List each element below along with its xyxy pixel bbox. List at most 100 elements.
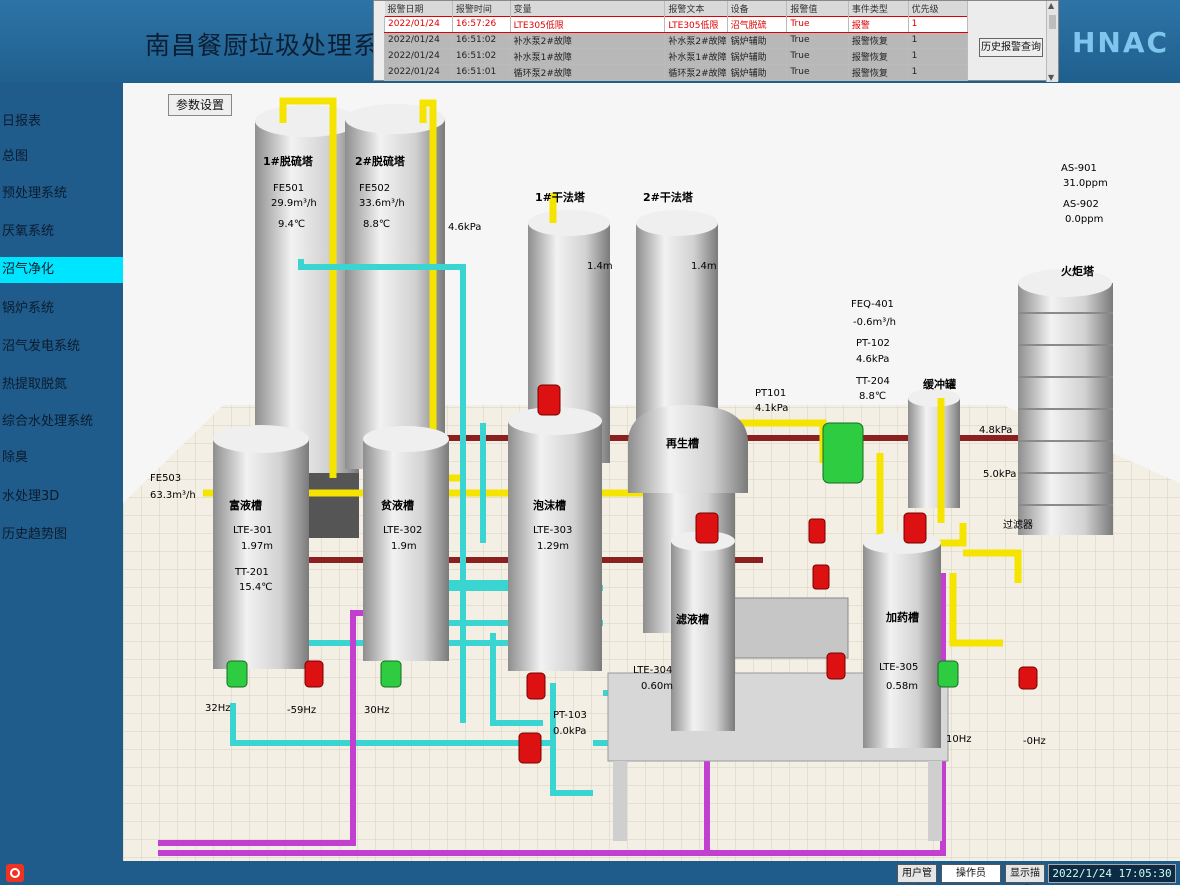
fe503-value: 63.3m³/h [150,490,196,501]
alarm-cell: 1 [907,15,969,33]
as901-tag: AS-901 [1061,163,1097,174]
sidebar-item-history-trend[interactable]: 历史趋势图 [0,522,123,548]
alarm-row[interactable]: 2022/01/24 16:51:02 补水泵2#故障 补水泵2#故障 锅炉辅助… [384,31,969,49]
tt204-tag: TT-204 [856,376,890,387]
feq401-tag: FEQ-401 [851,299,894,310]
sidebar-item-overview[interactable]: 总图 [0,144,123,170]
display-description-button[interactable]: 显示描述 [1005,864,1045,883]
fe503-tag: FE503 [150,473,182,484]
sidebar-item-deodorization[interactable]: 除臭 [0,445,123,471]
col-header[interactable]: 报警时间 [452,1,511,16]
buffer-tank[interactable] [908,389,960,508]
alarm-cell: 补水泵1#故障 [664,47,728,65]
pt102-tag: PT-102 [856,338,890,349]
history-alarm-button[interactable]: 历史报警查询 [979,38,1043,57]
col-header[interactable]: 报警值 [786,1,849,16]
sidebar-item-biogas-purification[interactable]: 沼气净化 [0,257,123,283]
dry-tower1-name: 1#干法塔 [535,191,585,204]
fe502-tag: FE502 [359,183,391,194]
lte302-tag: LTE-302 [383,525,423,536]
tt204-value: 8.8℃ [859,391,887,402]
alarm-cell: 循环泵2#故障 [509,63,666,81]
lte304-tag: LTE-304 [633,665,673,676]
col-header[interactable]: 报警文本 [664,1,728,16]
sidebar-item-water-3d[interactable]: 水处理3D [0,484,123,510]
flare-tower-name: 火炬塔 [1061,265,1094,278]
power-icon[interactable] [6,864,24,882]
alarm-cell: 沼气脱硫 [726,15,788,33]
pump2-freq: -59Hz [287,705,317,716]
lte303-tag: LTE-303 [533,525,573,536]
dosing-tank-name: 加药槽 [886,611,919,624]
flare-tower[interactable] [1018,269,1113,535]
alarm-cell: 2022/01/24 [384,47,453,65]
sidebar-item-pretreatment[interactable]: 预处理系统 [0,181,123,207]
as902-value: 0.0ppm [1065,214,1104,225]
alarm-row[interactable]: 2022/01/24 16:57:26 LTE305低限 LTE305低限 沼气… [384,15,969,33]
lte301-level: 1.97m [241,541,274,552]
alarm-cell: 16:51:02 [451,31,511,49]
param-settings-button[interactable]: 参数设置 [168,94,232,116]
dosing-tank[interactable] [863,532,941,748]
col-header[interactable]: 事件类型 [848,1,909,16]
scroll-thumb[interactable] [1049,15,1056,29]
lte301-tag: LTE-301 [233,525,273,536]
col-header[interactable]: 变量 [510,1,666,16]
lte304-level: 0.60m [641,681,674,692]
dry-tower1-level: 1.4m [587,261,613,272]
pt102-value: 4.6kPa [856,354,890,365]
hnac-logo: HNAC [1072,26,1170,59]
sidebar-item-boiler[interactable]: 锅炉系统 [0,296,123,322]
lte302-level: 1.9m [391,541,417,552]
alarm-cell: 16:51:01 [451,63,511,81]
scroll-up-icon[interactable]: ▲ [1048,1,1054,10]
pt101-value: 4.1kPa [755,403,789,414]
col-header[interactable]: 优先级 [908,1,969,16]
pt103-tag: PT-103 [553,710,587,721]
filtrate-tank[interactable] [671,531,735,731]
col-header[interactable]: 报警日期 [384,1,453,16]
alarm-cell: 1 [907,63,969,81]
status-bar: 用户管理 操作员 显示描述 2022/1/24 17:05:30 [0,861,1180,885]
col-header[interactable]: 设备 [727,1,788,16]
pressure-46: 4.6kPa [448,222,482,233]
alarm-cell: 16:57:26 [451,15,511,33]
alarm-cell: 锅炉辅助 [726,47,788,65]
pressure-48: 4.8kPa [979,425,1013,436]
alarm-cell: True [786,15,849,33]
sidebar-item-anaerobic[interactable]: 厌氧系统 [0,219,123,245]
foam-tank[interactable] [508,407,602,671]
scroll-down-icon[interactable]: ▼ [1048,73,1054,82]
user-management-button[interactable]: 用户管理 [897,864,937,883]
lte305-tag: LTE-305 [879,662,919,673]
operator-field[interactable]: 操作员 [941,864,1001,883]
alarm-header-row: 报警日期 报警时间 变量 报警文本 设备 报警值 事件类型 优先级 [384,1,969,16]
lean-tank-name: 贫液槽 [381,499,414,512]
sidebar-nav: 日报表 总图 预处理系统 厌氧系统 沼气净化 锅炉系统 沼气发电系统 热提取脱氮… [0,83,123,861]
buffer-tank-name: 缓冲罐 [923,378,956,391]
alarm-cell: LTE305低限 [509,15,666,33]
pressure-50: 5.0kPa [983,469,1017,480]
alarm-cell: 补水泵2#故障 [509,31,666,49]
alarm-cell: True [786,31,849,49]
filtrate-tank-name: 滤液槽 [676,613,709,626]
sidebar-item-daily-report[interactable]: 日报表 [0,109,123,135]
alarm-row[interactable]: 2022/01/24 16:51:01 循环泵2#故障 循环泵2#故障 锅炉辅助… [384,63,969,81]
fe501-flow: 29.9m³/h [271,198,317,209]
sidebar-item-water-treatment[interactable]: 综合水处理系统 [0,409,123,435]
alarm-cell: 2022/01/24 [384,63,453,81]
alarm-cell: 补水泵2#故障 [664,31,728,49]
sidebar-item-biogas-power[interactable]: 沼气发电系统 [0,334,123,360]
sidebar-item-heat-extraction[interactable]: 热提取脱氮 [0,372,123,398]
pump4-freq: 10Hz [946,734,972,745]
process-canvas: 参数设置 1#脱硫塔 FE501 29.9m³/h 9.4℃ 2#脱硫塔 FE5… [123,83,1180,861]
alarm-cell: 1 [907,31,969,49]
alarm-row[interactable]: 2022/01/24 16:51:02 补水泵1#故障 补水泵1#故障 锅炉辅助… [384,47,969,65]
alarm-cell: True [786,47,849,65]
as901-value: 31.0ppm [1063,178,1108,189]
regen-tank-name: 再生槽 [666,437,699,450]
tt201-value: 15.4℃ [239,582,273,593]
alarm-scrollbar[interactable]: ▲ ▼ [1046,1,1058,82]
tt201-tag: TT-201 [235,567,269,578]
fe501-tag: FE501 [273,183,305,194]
